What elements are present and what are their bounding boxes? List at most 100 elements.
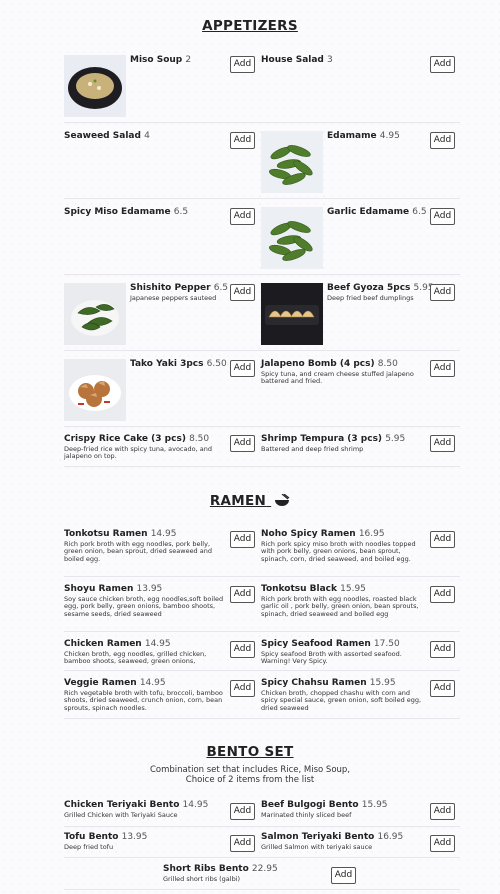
- item-price: 15.95: [369, 678, 396, 688]
- item-title: Tonkotsu Black: [261, 584, 337, 594]
- item-name: Jalapeno Bomb (4 pcs) 8.50: [261, 359, 424, 370]
- row-divider: [64, 350, 460, 351]
- item-title: Short Ribs Bento: [163, 864, 249, 874]
- item-text: Tofu Bento 13.95 Deep fried tofu: [64, 832, 224, 851]
- add-button-spicy-miso-edamame[interactable]: Add: [230, 208, 255, 225]
- item-text: Spicy Chahsu Ramen 15.95 Chicken broth, c…: [261, 678, 424, 712]
- item-name: Tako Yaki 3pcs 6.50: [130, 359, 227, 370]
- item-price: 5.95: [385, 434, 406, 444]
- item-price: 13.95: [136, 584, 163, 594]
- add-button-chicken-ramen[interactable]: Add: [230, 641, 255, 658]
- item-description: Rich pork broth with egg noodles, roaste…: [261, 595, 419, 618]
- add-button-salmon-teriyaki-bento[interactable]: Add: [430, 835, 455, 852]
- item-text: Chicken Ramen 14.95 Chicken broth, egg no…: [64, 639, 224, 666]
- item-text: Short Ribs Bento 22.95 Grilled short ribs…: [163, 864, 325, 883]
- add-button-tako-yaki-3pcs[interactable]: Add: [230, 360, 255, 377]
- item-description: Grilled short ribs (galbi): [163, 875, 241, 883]
- add-button-shoyu-ramen[interactable]: Add: [230, 586, 255, 603]
- item-description: Deep fried tofu: [64, 843, 114, 851]
- item-text: Tonkotsu Black 15.95 Rich pork broth with…: [261, 584, 424, 618]
- row-divider: [64, 631, 460, 632]
- item-name: Tonkotsu Ramen 14.95: [64, 529, 224, 540]
- section-heading-ramen: RAMEN: [0, 493, 500, 511]
- item-title: Beef Bulgogi Bento: [261, 800, 359, 810]
- item-title: Crispy Rice Cake (3 pcs): [64, 434, 186, 444]
- item-price: 4: [144, 131, 150, 141]
- row-divider: [64, 122, 460, 123]
- item-title: Noho Spicy Ramen: [261, 529, 356, 539]
- item-text: Jalapeno Bomb (4 pcs) 8.50 Spicy tuna, an…: [261, 359, 424, 386]
- add-button-tofu-bento[interactable]: Add: [230, 835, 255, 852]
- item-name: Garlic Edamame 6.5: [327, 207, 427, 218]
- item-price: 17.50: [373, 639, 400, 649]
- item-photo: [64, 55, 126, 117]
- add-button-short-ribs-bento[interactable]: Add: [331, 867, 356, 884]
- item-title: Spicy Seafood Ramen: [261, 639, 371, 649]
- item-name: Spicy Seafood Ramen 17.50: [261, 639, 424, 650]
- row-divider: [64, 857, 460, 858]
- item-text: Shrimp Tempura (3 pcs) 5.95 Battered and …: [261, 434, 424, 453]
- add-button-veggie-ramen[interactable]: Add: [230, 680, 255, 697]
- item-title: Tako Yaki 3pcs: [130, 359, 204, 369]
- item-photo: [64, 359, 126, 421]
- item-text: Beef Bulgogi Bento 15.95 Marinated thinly…: [261, 800, 424, 819]
- add-button-beef-gyoza-5pcs[interactable]: Add: [430, 284, 455, 301]
- item-text: Spicy Miso Edamame 6.5: [64, 207, 224, 218]
- item-price: 16.95: [377, 832, 404, 842]
- add-button-jalapeno-bomb-4-pcs[interactable]: Add: [430, 360, 455, 377]
- item-name: Chicken Ramen 14.95: [64, 639, 224, 650]
- item-text: Shishito Pepper 6.5 Japanese peppers saut…: [130, 283, 228, 302]
- item-title: Chicken Teriyaki Bento: [64, 800, 180, 810]
- item-description: Rich vegetable broth with tofu, broccoli…: [64, 689, 223, 712]
- item-title: Beef Gyoza 5pcs: [327, 283, 411, 293]
- item-description: Rich pork broth with egg noodles, pork b…: [64, 540, 212, 563]
- item-description: Grilled Chicken with Teriyaki Sauce: [64, 811, 178, 819]
- item-price: 2: [185, 55, 192, 65]
- item-title: Jalapeno Bomb (4 pcs): [261, 359, 375, 369]
- item-title: Chicken Ramen: [64, 639, 142, 649]
- add-button-edamame[interactable]: Add: [430, 132, 455, 149]
- item-name: Tonkotsu Black 15.95: [261, 584, 424, 595]
- item-text: Veggie Ramen 14.95 Rich vegetable broth w…: [64, 678, 224, 712]
- add-button-noho-spicy-ramen[interactable]: Add: [430, 531, 455, 548]
- item-text: House Salad 3: [261, 55, 424, 66]
- item-name: Shrimp Tempura (3 pcs) 5.95: [261, 434, 424, 445]
- item-description: Chicken broth, chopped chashu with corn …: [261, 689, 422, 712]
- add-button-seaweed-salad[interactable]: Add: [230, 132, 255, 149]
- add-button-beef-bulgogi-bento[interactable]: Add: [430, 803, 455, 820]
- ramen-bowl-icon: [274, 493, 290, 511]
- add-button-chicken-teriyaki-bento[interactable]: Add: [230, 803, 255, 820]
- item-name: Beef Gyoza 5pcs 5.95: [327, 283, 434, 294]
- add-button-spicy-seafood-ramen[interactable]: Add: [430, 641, 455, 658]
- bento-set-description: Combination set that includes Rice, Miso…: [150, 765, 351, 785]
- item-description: Grilled Salmon with teriyaki sauce: [261, 843, 373, 851]
- item-text: Tako Yaki 3pcs 6.50: [130, 359, 227, 370]
- item-price: 13.95: [121, 832, 148, 842]
- item-name: Shoyu Ramen 13.95: [64, 584, 224, 595]
- section-heading-bento: BENTO SET: [206, 744, 294, 760]
- add-button-spicy-chahsu-ramen[interactable]: Add: [430, 680, 455, 697]
- item-title: Tofu Bento: [64, 832, 119, 842]
- add-button-house-salad[interactable]: Add: [430, 56, 455, 73]
- add-button-crispy-rice-cake-3-pcs[interactable]: Add: [230, 435, 255, 452]
- row-divider: [64, 274, 460, 275]
- row-divider: [64, 826, 460, 827]
- item-text: Salmon Teriyaki Bento 16.95 Grilled Salmo…: [261, 832, 424, 851]
- add-button-tonkotsu-black[interactable]: Add: [430, 586, 455, 603]
- add-button-miso-soup[interactable]: Add: [230, 56, 255, 73]
- item-title: Salmon Teriyaki Bento: [261, 832, 375, 842]
- item-name: Edamame 4.95: [327, 131, 424, 142]
- item-price: 16.95: [358, 529, 385, 539]
- item-text: Seaweed Salad 4: [64, 131, 224, 142]
- item-description: Soy sauce chicken broth, egg noodles,sof…: [64, 595, 224, 618]
- row-divider: [64, 718, 460, 719]
- item-name: House Salad 3: [261, 55, 424, 66]
- add-button-tonkotsu-ramen[interactable]: Add: [230, 531, 255, 548]
- item-price: 6.5: [412, 207, 427, 217]
- item-name: Short Ribs Bento 22.95: [163, 864, 325, 875]
- item-text: Garlic Edamame 6.5: [327, 207, 427, 218]
- add-button-garlic-edamame[interactable]: Add: [430, 208, 455, 225]
- add-button-shrimp-tempura-3-pcs[interactable]: Add: [430, 435, 455, 452]
- add-button-shishito-pepper[interactable]: Add: [230, 284, 255, 301]
- item-price: 15.95: [340, 584, 366, 594]
